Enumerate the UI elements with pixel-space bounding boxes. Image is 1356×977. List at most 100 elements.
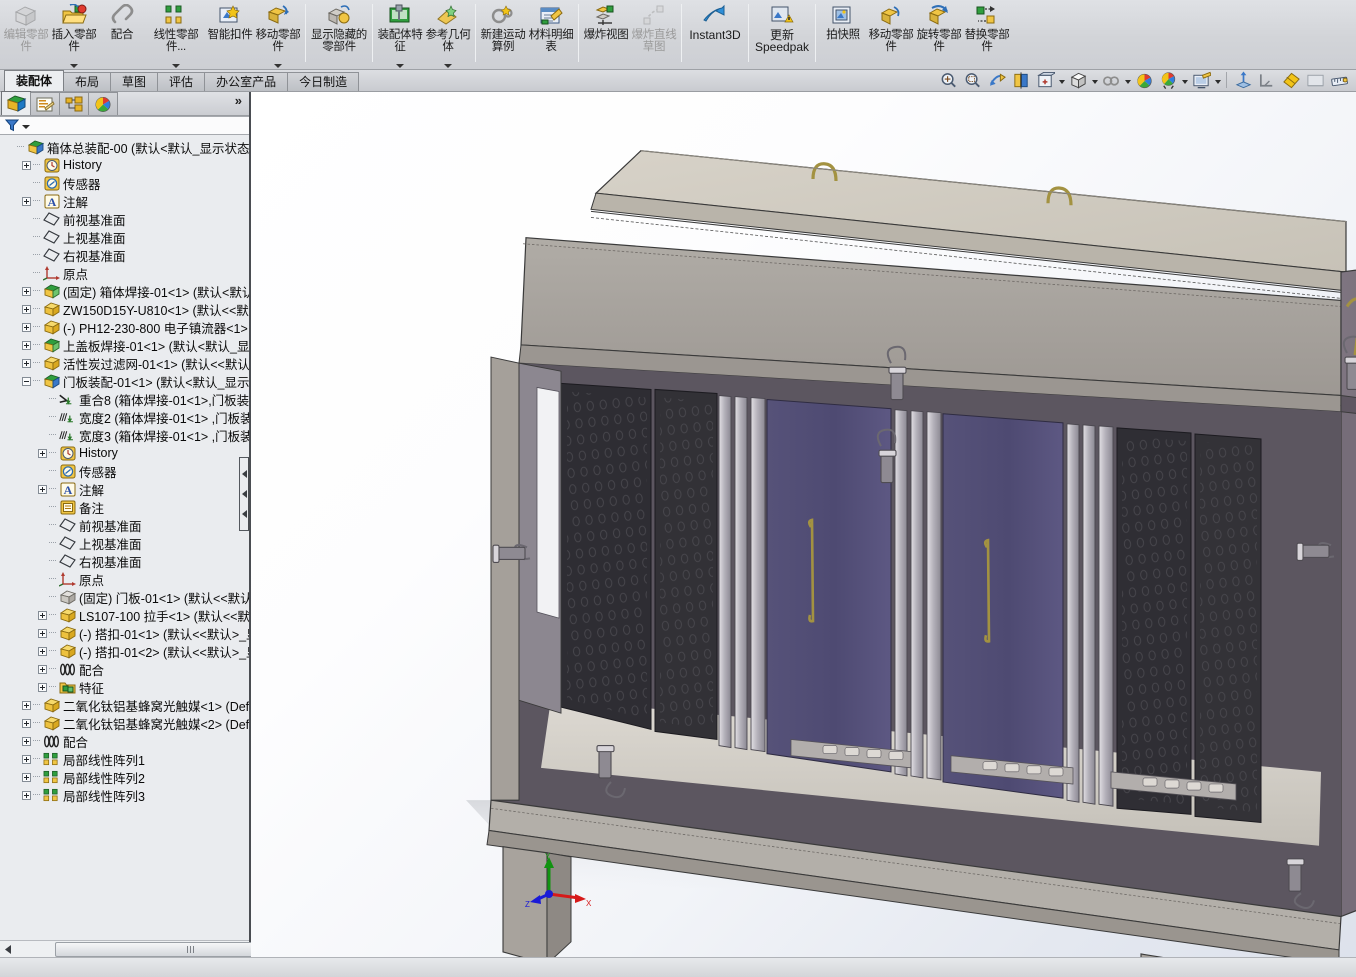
expand-icon[interactable] (36, 678, 49, 696)
tree-item[interactable]: A注解 (0, 480, 249, 498)
property-manager-tab[interactable] (30, 92, 60, 115)
display-manager-tab[interactable] (88, 92, 118, 115)
tab-1[interactable]: 布局 (63, 72, 111, 91)
edit-appearance-icon[interactable] (1133, 70, 1155, 90)
chevron-down-icon[interactable] (1182, 80, 1188, 84)
tree-item[interactable]: (-) PH12-230-800 电子镇流器<1> (默 (0, 318, 249, 336)
mate-button[interactable]: 配合 (98, 0, 146, 70)
tree-item[interactable]: 上视基准面 (0, 534, 249, 552)
smart-fasteners-button[interactable]: 智能扣件 (206, 0, 254, 70)
section-view-icon[interactable] (1010, 70, 1032, 90)
tree-item[interactable]: 上盖板焊接-01<1> (默认<默认_显示状 (0, 336, 249, 354)
tab-2[interactable]: 草图 (110, 72, 158, 91)
expand-icon[interactable] (20, 318, 33, 336)
chevron-down-icon[interactable] (444, 64, 452, 68)
tree-item[interactable]: 右视基准面 (0, 552, 249, 570)
zoom-to-fit-icon[interactable] (938, 70, 960, 90)
expand-icon[interactable] (36, 480, 49, 498)
graphics-viewport[interactable]: Y X Z (251, 92, 1356, 957)
take-snapshot-button[interactable]: 拍快照 (819, 0, 867, 70)
shadows-icon[interactable] (1304, 70, 1326, 90)
replace-component-button[interactable]: 替换零部件 (963, 0, 1011, 70)
feature-tree[interactable]: 箱体总装配-00 (默认<默认_显示状态-1>)History传感器A注解前视基… (0, 135, 249, 940)
tree-item[interactable]: (-) 搭扣-01<2> (默认<<默认>_显 (0, 642, 249, 660)
panel-splitter-handle[interactable] (239, 457, 250, 531)
scroll-track[interactable] (17, 942, 232, 957)
expand-icon[interactable] (20, 714, 33, 732)
tree-item[interactable]: 局部线性阵列3 (0, 786, 249, 804)
tree-item[interactable]: 特征 (0, 678, 249, 696)
exploded-view-button[interactable]: 爆炸视图 (582, 0, 630, 70)
tree-item[interactable]: 配合 (0, 732, 249, 750)
tree-filter-bar[interactable] (0, 116, 249, 135)
configuration-manager-tab[interactable] (59, 92, 89, 115)
chevron-down-icon[interactable] (396, 64, 404, 68)
expand-icon[interactable] (20, 354, 33, 372)
tree-root-item[interactable]: 箱体总装配-00 (默认<默认_显示状态-1>) (0, 138, 249, 156)
zoom-to-area-icon[interactable] (962, 70, 984, 90)
tab-3[interactable]: 评估 (157, 72, 205, 91)
chevron-down-icon[interactable] (1059, 80, 1065, 84)
view-orientation-icon[interactable] (1034, 70, 1056, 90)
tree-item[interactable]: ZW150D15Y-U810<1> (默认<<默认 (0, 300, 249, 318)
tree-item[interactable]: 二氧化钛铝基蜂窝光触媒<1> (Default (0, 696, 249, 714)
expand-icon[interactable] (20, 732, 33, 750)
expand-icon[interactable] (20, 786, 33, 804)
expand-icon[interactable] (36, 642, 49, 660)
tree-item[interactable]: 原点 (0, 570, 249, 588)
tree-item[interactable]: History (0, 156, 249, 174)
tree-item[interactable]: A注解 (0, 192, 249, 210)
move-component-2-button[interactable]: 移动零部件 (867, 0, 915, 70)
tab-5[interactable]: 今日制造 (287, 72, 359, 91)
display-style-icon[interactable] (1067, 70, 1089, 90)
update-speedpak-button[interactable]: 更新 Speedpak (752, 0, 812, 70)
feature-manager-tab[interactable] (1, 91, 31, 115)
expand-icon[interactable] (36, 660, 49, 678)
insert-component-button[interactable]: 插入零部件 (50, 0, 98, 70)
tree-item[interactable]: 传感器 (0, 462, 249, 480)
tree-item[interactable]: 活性炭过滤网-01<1> (默认<<默认>_ (0, 354, 249, 372)
new-motion-study-button[interactable]: 新建运动算例 (479, 0, 527, 70)
rotate-view-icon[interactable] (1256, 70, 1278, 90)
tree-item[interactable]: 二氧化钛铝基蜂窝光触媒<2> (Default (0, 714, 249, 732)
tree-item[interactable]: History (0, 444, 249, 462)
tree-item[interactable]: 传感器 (0, 174, 249, 192)
panel-tabs-overflow[interactable]: » (235, 90, 249, 115)
chevron-down-icon[interactable] (1092, 80, 1098, 84)
expand-icon[interactable] (20, 300, 33, 318)
tree-item[interactable]: 原点 (0, 264, 249, 282)
expand-icon[interactable] (20, 696, 33, 714)
reference-geometry-button[interactable]: 参考几何体 (424, 0, 472, 70)
realview-graphics-icon[interactable] (1280, 70, 1302, 90)
tree-item[interactable]: LS107-100 拉手<1> (默认<<默认 (0, 606, 249, 624)
tree-item[interactable]: (固定) 门板-01<1> (默认<<默认> (0, 588, 249, 606)
move-component-button[interactable]: 移动零部件 (254, 0, 302, 70)
view-settings-icon[interactable] (1190, 70, 1212, 90)
tree-item[interactable]: 上视基准面 (0, 228, 249, 246)
tree-item[interactable]: 局部线性阵列1 (0, 750, 249, 768)
rotate-component-button[interactable]: 旋转零部件 (915, 0, 963, 70)
tree-item[interactable]: 前视基准面 (0, 516, 249, 534)
expand-icon[interactable] (36, 444, 49, 462)
tree-item[interactable]: 宽度2 (箱体焊接-01<1> ,门板装 (0, 408, 249, 426)
scroll-left-arrow[interactable] (1, 942, 16, 957)
apply-scene-icon[interactable] (1157, 70, 1179, 90)
cad-model-render[interactable] (251, 92, 1356, 957)
tree-item[interactable]: 宽度3 (箱体焊接-01<1> ,门板装 (0, 426, 249, 444)
expand-icon[interactable] (36, 606, 49, 624)
measure-icon[interactable] (1328, 70, 1350, 90)
expand-icon[interactable] (36, 624, 49, 642)
tree-item[interactable]: (-) 搭扣-01<1> (默认<<默认>_显 (0, 624, 249, 642)
chevron-down-icon[interactable] (1125, 80, 1131, 84)
tree-item[interactable]: 前视基准面 (0, 210, 249, 228)
expand-icon[interactable] (20, 156, 33, 174)
chevron-down-icon[interactable] (70, 64, 78, 68)
assembly-feature-button[interactable]: 装配体特征 (376, 0, 424, 70)
tree-horizontal-scrollbar[interactable] (0, 940, 249, 957)
collapse-icon[interactable] (20, 372, 33, 390)
chevron-down-icon[interactable] (274, 64, 282, 68)
previous-view-icon[interactable] (986, 70, 1008, 90)
show-hidden-components-button[interactable]: 显示隐藏的零部件 (309, 0, 369, 70)
linear-component-pattern-button[interactable]: 线性零部件... (146, 0, 206, 70)
expand-icon[interactable] (20, 282, 33, 300)
